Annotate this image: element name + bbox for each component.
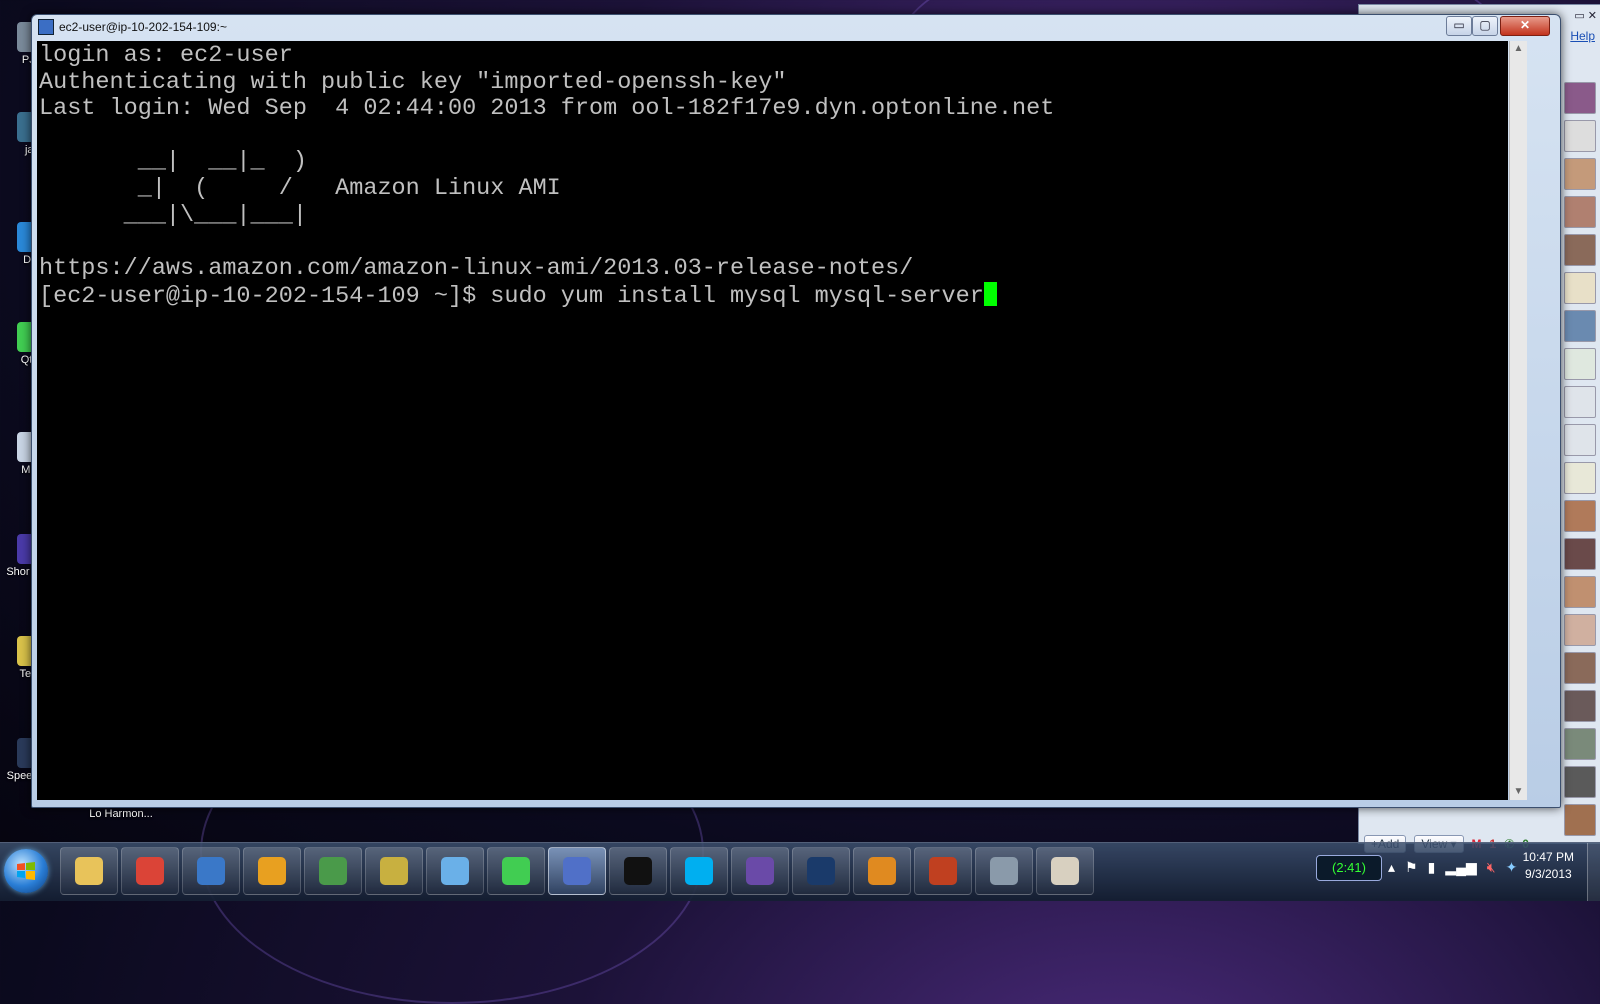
keepass-icon — [319, 857, 347, 885]
minimize-button[interactable]: ▭ — [1446, 16, 1472, 36]
texmaker-icon — [380, 857, 408, 885]
action-center-flag-icon[interactable]: ⚑ — [1405, 859, 1418, 876]
putty-icon[interactable] — [38, 19, 54, 35]
contact-avatar[interactable] — [1564, 614, 1596, 646]
system-tray: ▴ ⚑ ▮ ▂▄▆ 🔇︎ ✦ — [1388, 859, 1517, 876]
powershell-icon — [807, 857, 835, 885]
terminal-line: https://aws.amazon.com/amazon-linux-ami/… — [39, 254, 914, 282]
help-link[interactable]: Help — [1570, 29, 1595, 43]
gtalk-icon — [441, 857, 469, 885]
terminal-line: Last login: Wed Sep 4 02:44:00 2013 from… — [39, 95, 1055, 123]
power-icon[interactable]: ▮ — [1428, 859, 1436, 876]
terminal-line: _| ( / Amazon Linux AMI — [137, 174, 561, 202]
dropbox-icon[interactable]: ✦ — [1506, 859, 1518, 876]
winamp-icon — [258, 857, 286, 885]
contact-avatar-list — [1564, 82, 1596, 842]
contact-avatar[interactable] — [1564, 728, 1596, 760]
contact-avatar[interactable] — [1564, 576, 1596, 608]
terminal-output: login as: ec2-user Authenticating with p… — [37, 41, 1508, 313]
taskbar-putty-button[interactable] — [548, 847, 606, 895]
terminal-line: login as: ec2-user — [39, 42, 293, 69]
clock[interactable]: 10:47 PM 9/3/2013 — [1523, 849, 1574, 883]
taskbar-eclipse-button[interactable] — [731, 847, 789, 895]
terminal-screen[interactable]: login as: ec2-user Authenticating with p… — [37, 41, 1508, 800]
contact-avatar[interactable] — [1564, 120, 1596, 152]
taskbar-skype-button[interactable] — [670, 847, 728, 895]
background-window-controls[interactable]: ▭ ✕ — [1574, 9, 1597, 22]
sublime-icon — [868, 857, 896, 885]
network-signal-icon[interactable]: ▂▄▆ — [1445, 859, 1476, 876]
terminal-line: ___|\___|___| — [123, 201, 307, 229]
battery-indicator[interactable]: (2:41) — [1316, 855, 1382, 881]
taskbar-powershell-button[interactable] — [792, 847, 850, 895]
contact-avatar[interactable] — [1564, 234, 1596, 266]
putty-window[interactable]: ec2-user@ip-10-202-154-109:~ ▭ ▢ ✕ login… — [31, 14, 1561, 808]
clock-time: 10:47 PM — [1522, 850, 1574, 864]
taskbar-explorer-button[interactable] — [60, 847, 118, 895]
taskbar-cmd-button[interactable] — [609, 847, 667, 895]
windows-logo-icon — [17, 862, 35, 880]
contact-avatar[interactable] — [1564, 804, 1596, 836]
cmd-icon — [624, 857, 652, 885]
taskbar-sublime-button[interactable] — [853, 847, 911, 895]
show-hidden-icons-icon[interactable]: ▴ — [1388, 859, 1395, 876]
taskbar-keepass-button[interactable] — [304, 847, 362, 895]
taskbar-qtcreator-button[interactable] — [487, 847, 545, 895]
contact-avatar[interactable] — [1564, 538, 1596, 570]
contact-avatar[interactable] — [1564, 652, 1596, 684]
taskbar-chrome-button[interactable] — [121, 847, 179, 895]
contact-avatar[interactable] — [1564, 462, 1596, 494]
terminal-line: Authenticating with public key "imported… — [39, 68, 787, 96]
contact-avatar[interactable] — [1564, 690, 1596, 722]
show-desktop-button[interactable] — [1587, 843, 1600, 901]
contact-avatar[interactable] — [1564, 82, 1596, 114]
contact-avatar[interactable] — [1564, 766, 1596, 798]
window-titlebar[interactable]: ec2-user@ip-10-202-154-109:~ ▭ ▢ ✕ — [32, 15, 1560, 39]
scroll-up-arrow-icon[interactable]: ▲ — [1510, 41, 1527, 57]
contact-avatar[interactable] — [1564, 158, 1596, 190]
taskbar-paint-button[interactable] — [1036, 847, 1094, 895]
contact-avatar[interactable] — [1564, 386, 1596, 418]
contact-avatar[interactable] — [1564, 424, 1596, 456]
typed-command: sudo yum install mysql mysql-server — [490, 283, 984, 311]
taskbar-thunderbird-button[interactable] — [182, 847, 240, 895]
taskbar-winamp-button[interactable] — [243, 847, 301, 895]
putty-icon — [563, 857, 591, 885]
window-title: ec2-user@ip-10-202-154-109:~ — [59, 20, 227, 34]
taskbar-texmaker-button[interactable] — [365, 847, 423, 895]
text-cursor — [983, 282, 997, 307]
thunderbird-icon — [197, 857, 225, 885]
desktop-shortcut-partial[interactable]: Lo Harmon... — [86, 808, 156, 820]
start-button[interactable] — [4, 849, 48, 893]
taskbar-javaee-ide-button[interactable] — [914, 847, 972, 895]
skype-icon — [685, 857, 713, 885]
terminal-line: __| __|_ ) — [137, 148, 307, 176]
taskbar-archive-button[interactable] — [975, 847, 1033, 895]
explorer-icon — [75, 857, 103, 885]
close-button[interactable]: ✕ — [1500, 16, 1550, 36]
contact-avatar[interactable] — [1564, 196, 1596, 228]
chrome-icon — [136, 857, 164, 885]
taskbar-gtalk-button[interactable] — [426, 847, 484, 895]
contact-avatar[interactable] — [1564, 310, 1596, 342]
terminal-scrollbar[interactable]: ▲ ▼ — [1509, 41, 1527, 800]
javaee-ide-icon — [929, 857, 957, 885]
scroll-down-arrow-icon[interactable]: ▼ — [1510, 784, 1527, 800]
paint-icon — [1051, 857, 1079, 885]
archive-icon — [990, 857, 1018, 885]
maximize-button[interactable]: ▢ — [1472, 16, 1498, 36]
shell-prompt: [ec2-user@ip-10-202-154-109 ~]$ — [39, 283, 491, 311]
qtcreator-icon — [502, 857, 530, 885]
contact-avatar[interactable] — [1564, 500, 1596, 532]
volume-muted-icon[interactable]: 🔇︎ — [1487, 859, 1496, 876]
contact-avatar[interactable] — [1564, 272, 1596, 304]
contact-avatar[interactable] — [1564, 348, 1596, 380]
eclipse-icon — [746, 857, 774, 885]
taskbar: (2:41) ▴ ⚑ ▮ ▂▄▆ 🔇︎ ✦ 10:47 PM 9/3/2013 — [0, 842, 1600, 901]
clock-date: 9/3/2013 — [1524, 867, 1572, 881]
